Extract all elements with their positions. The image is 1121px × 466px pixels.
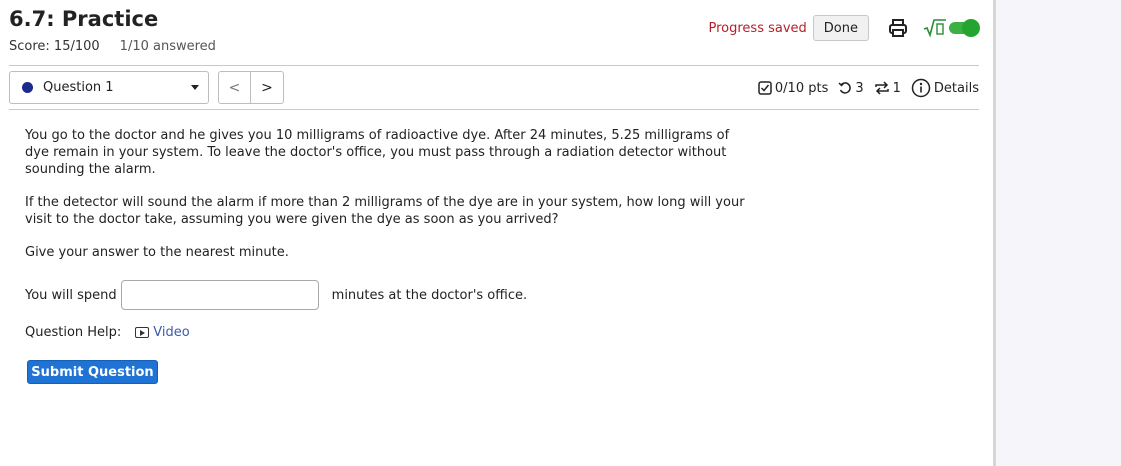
score-text: Score: 15/100 [9,39,100,54]
video-link[interactable]: Video [153,325,189,340]
sqrt-icon [923,19,946,38]
answered-count: 1/10 answered [119,39,216,54]
question-nav: < > [218,71,284,104]
score-row: Score: 15/100 1/10 answered [9,39,216,54]
page-title: 6.7: Practice [9,7,159,31]
printer-icon[interactable] [887,17,909,39]
details-label[interactable]: Details [934,81,979,96]
side-panel [993,0,1121,466]
next-question-button[interactable]: > [251,71,284,104]
toggle-switch[interactable] [949,19,980,37]
info-icon [911,78,931,98]
details-link[interactable]: Details [911,78,979,98]
main-panel: 6.7: Practice Score: 15/100 1/10 answere… [0,0,993,466]
caret-down-icon [191,85,199,90]
math-input-toggle[interactable] [923,18,980,38]
divider [9,65,979,66]
video-icon[interactable] [135,327,150,338]
question-selector[interactable]: Question 1 [9,71,209,104]
points-indicator: 0/10 pts [758,81,828,96]
header-actions: Progress saved Done [708,15,980,41]
retry-icon [838,82,852,94]
repeat-icon [874,81,889,95]
help-label: Question Help: [25,325,122,340]
retries-count: 3 [855,80,864,96]
points-text: 0/10 pts [774,80,829,96]
question-body: You go to the doctor and he gives you 10… [25,127,745,277]
answer-prefix: You will spend [25,287,117,303]
attempts-count: 1 [892,80,901,96]
question-paragraph: If the detector will sound the alarm if … [25,195,745,227]
attempts-indicator: 1 [874,81,901,96]
done-button[interactable]: Done [812,15,869,41]
answer-suffix: minutes at the doctor's office. [331,287,528,303]
retries-indicator: 3 [838,80,864,96]
question-selector-label: Question 1 [43,80,114,95]
answer-input[interactable] [120,280,319,310]
submit-question-button[interactable]: Submit Question [27,360,158,384]
question-meta: 0/10 pts 3 1 Details [752,78,979,98]
checkbox-icon [758,81,772,95]
question-paragraph: Give your answer to the nearest minute. [25,245,289,260]
progress-saved-status: Progress saved [708,20,807,36]
answer-row: You will spend minutes at the doctor's o… [25,280,527,310]
prev-question-button[interactable]: < [218,71,251,104]
divider [9,109,979,110]
question-paragraph: You go to the doctor and he gives you 10… [25,128,730,177]
status-dot-icon [22,82,33,93]
question-help: Question Help: Video [25,325,190,340]
